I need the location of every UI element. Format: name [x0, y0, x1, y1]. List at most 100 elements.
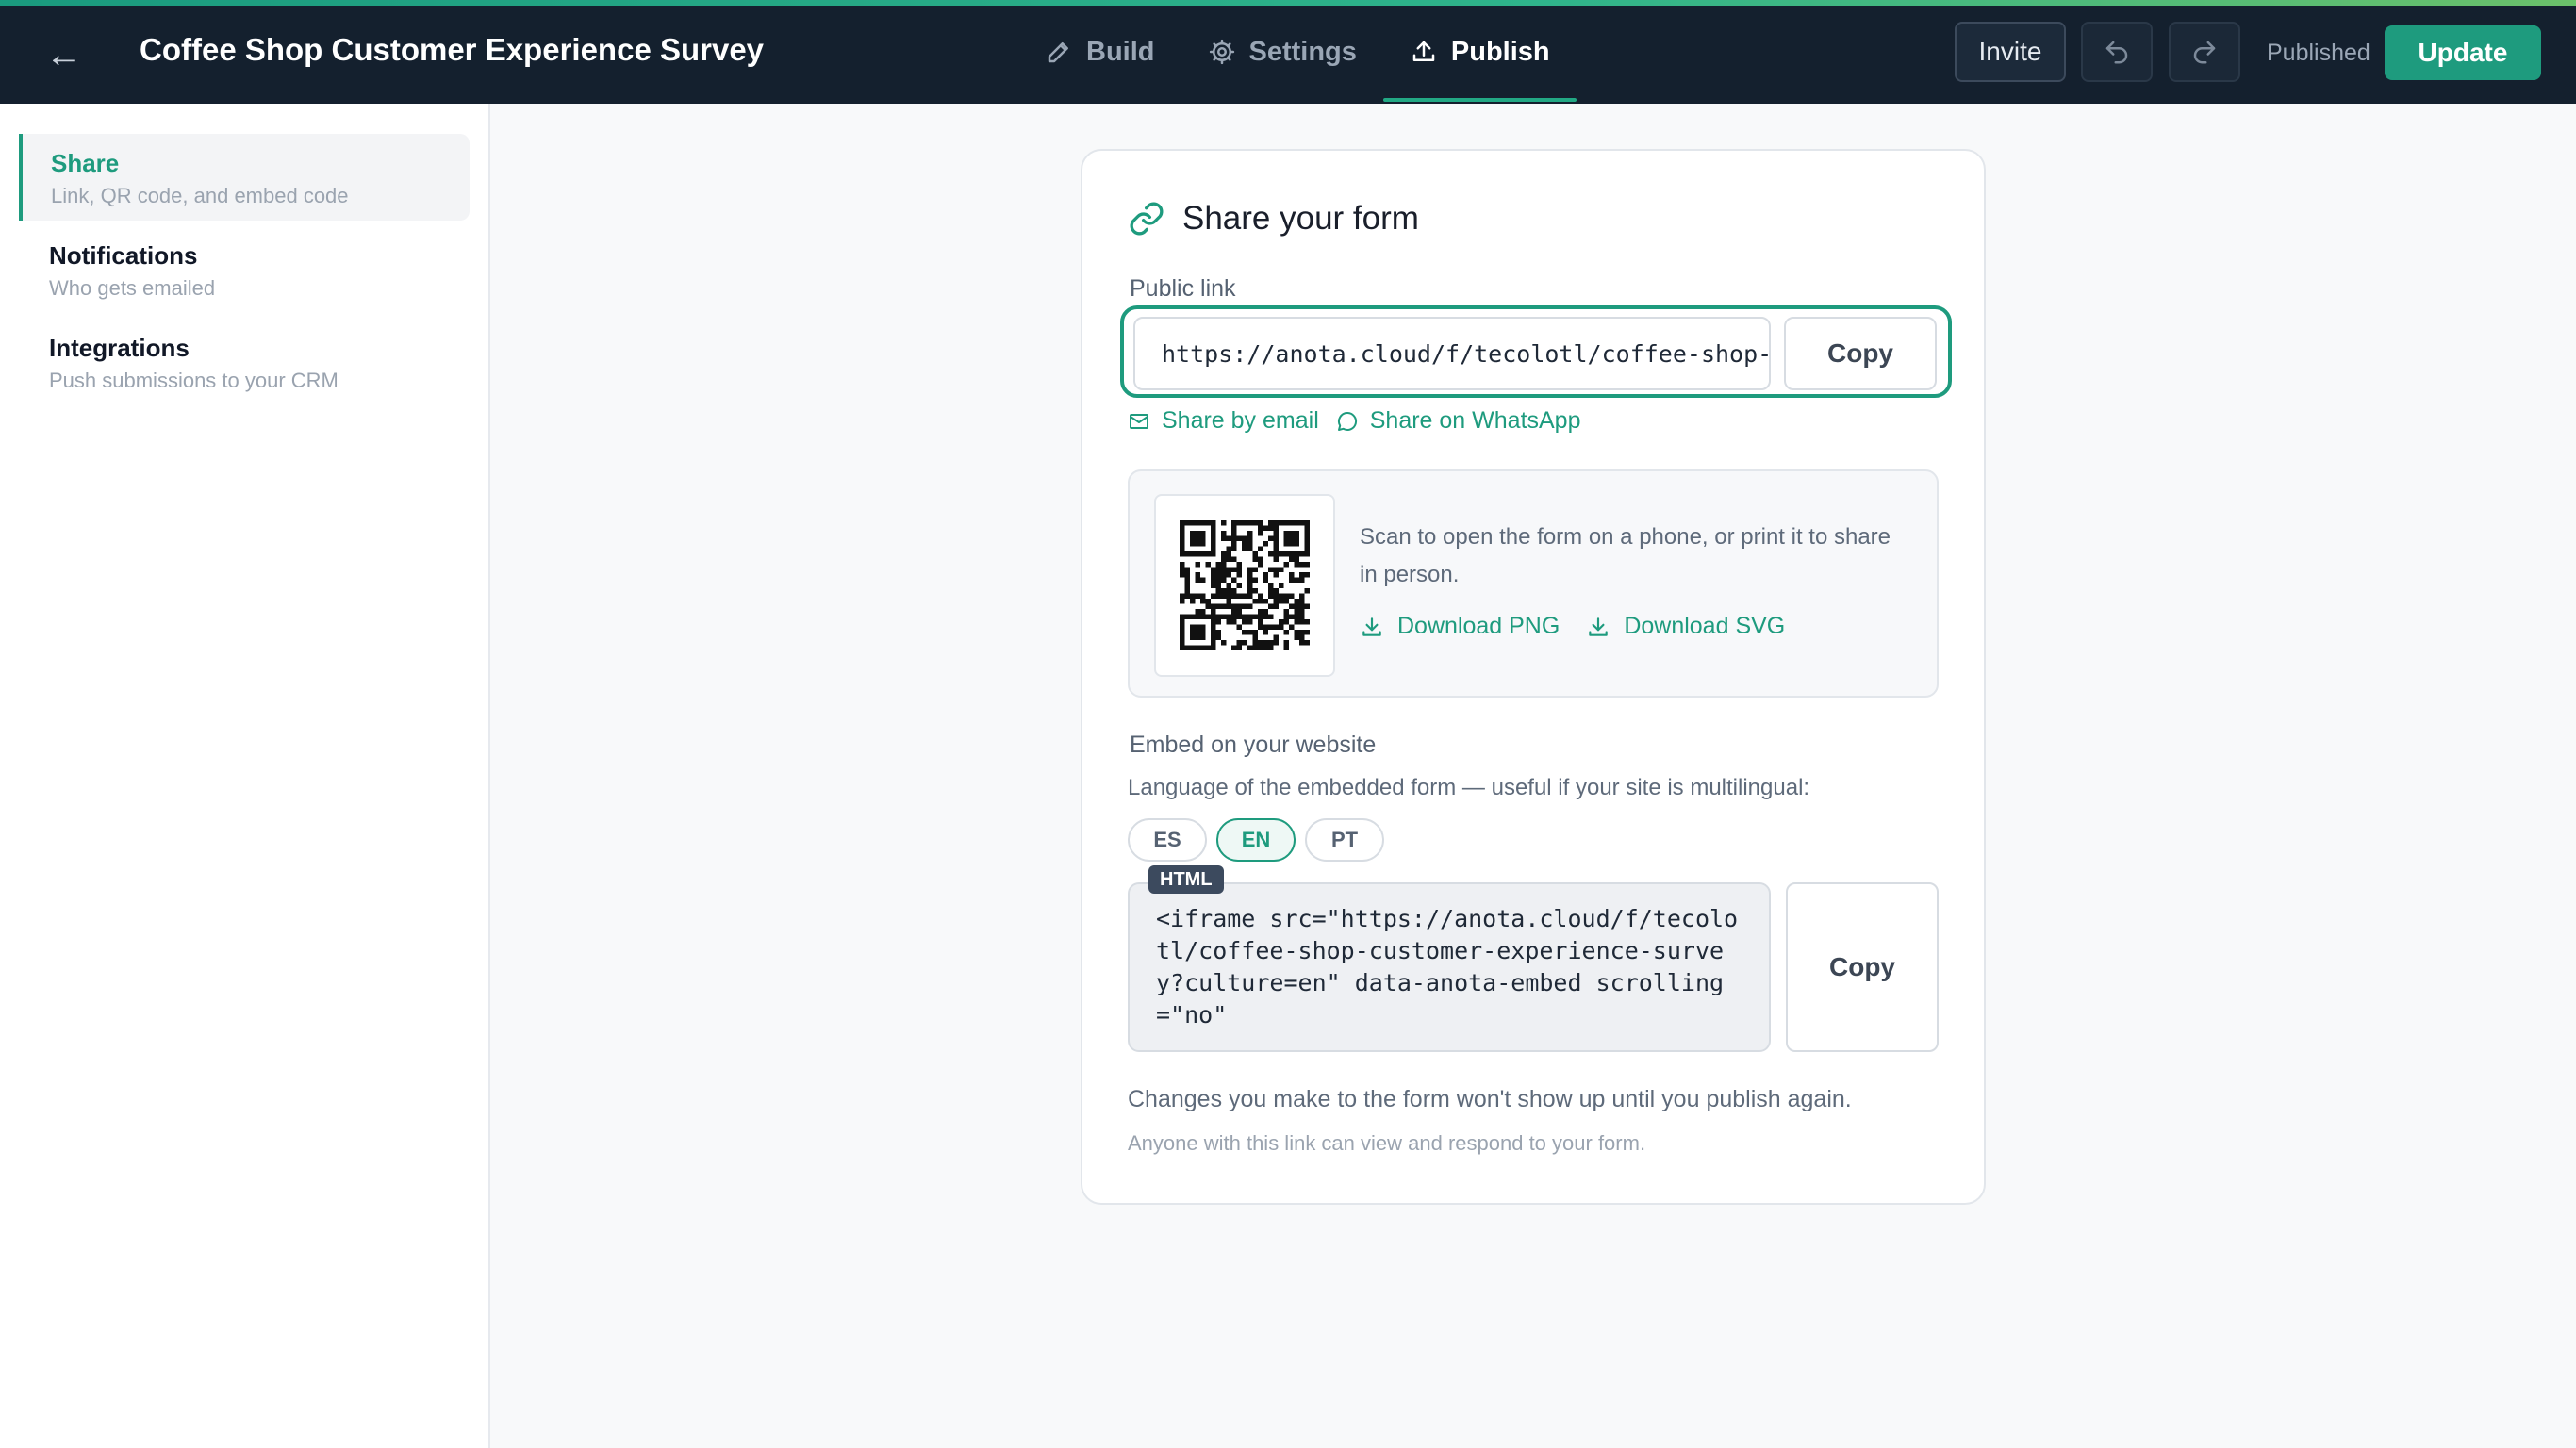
embed-code-box[interactable]: <iframe src="https://anota.cloud/f/tecol…: [1128, 882, 1771, 1052]
qr-module: [1283, 551, 1289, 557]
qr-module: [1195, 562, 1201, 568]
qr-module: [1211, 577, 1216, 584]
update-button[interactable]: Update: [2385, 25, 2541, 80]
qr-module: [1252, 645, 1258, 650]
qr-module: [1273, 603, 1279, 609]
qr-module: [1226, 556, 1232, 563]
undo-button[interactable]: [2081, 22, 2153, 82]
share-links: Share by email Share on WhatsApp: [1128, 407, 1581, 435]
qr-module: [1298, 551, 1305, 557]
qr-module: [1221, 614, 1227, 619]
tab-build[interactable]: Build: [1018, 21, 1181, 83]
qr-module: [1247, 583, 1253, 588]
sidebar-item-notifications[interactable]: Notifications Who gets emailed: [19, 226, 470, 313]
qr-module: [1200, 577, 1206, 584]
qr-module: [1184, 577, 1191, 584]
qr-module: [1180, 520, 1185, 526]
qr-module: [1257, 556, 1263, 563]
redo-button[interactable]: [2169, 22, 2240, 82]
copy-embed-button[interactable]: Copy: [1786, 882, 1939, 1052]
qr-module: [1180, 593, 1185, 599]
qr-module: [1257, 618, 1263, 625]
qr-module: [1273, 525, 1279, 532]
qr-module: [1247, 577, 1253, 584]
download-svg-link[interactable]: Download SVG: [1586, 613, 1785, 640]
language-pill-es[interactable]: ES: [1128, 818, 1207, 862]
qr-module: [1215, 577, 1222, 584]
tab-publish[interactable]: Publish: [1382, 21, 1577, 102]
qr-module: [1211, 525, 1216, 532]
qr-module: [1195, 629, 1201, 635]
qr-module: [1211, 618, 1216, 625]
sidebar-item-share[interactable]: Share Link, QR code, and embed code: [19, 134, 470, 221]
sidebar-item-integrations[interactable]: Integrations Push submissions to your CR…: [19, 319, 470, 405]
qr-module: [1298, 629, 1305, 635]
language-pill-en[interactable]: EN: [1216, 818, 1296, 862]
qr-module: [1215, 567, 1222, 573]
qr-module: [1288, 577, 1295, 584]
upload-icon: [1412, 41, 1435, 61]
qr-module: [1190, 624, 1196, 630]
back-arrow-icon[interactable]: ←: [43, 34, 85, 75]
tab-settings[interactable]: Settings: [1181, 21, 1383, 83]
qr-module: [1288, 572, 1295, 578]
qr-module: [1190, 645, 1196, 650]
qr-module: [1205, 603, 1212, 609]
qr-module: [1215, 593, 1222, 599]
invite-button[interactable]: Invite: [1955, 22, 2066, 82]
qr-module: [1231, 567, 1237, 573]
qr-module: [1273, 567, 1279, 573]
qr-module: [1273, 587, 1279, 594]
qr-module: [1252, 567, 1258, 573]
qr-module: [1298, 618, 1305, 625]
qr-module: [1304, 603, 1310, 609]
qr-module: [1283, 562, 1289, 568]
redo-icon: [2193, 41, 2216, 64]
sidebar: Share Link, QR code, and embed code Noti…: [0, 104, 490, 1448]
share-by-email-label: Share by email: [1162, 407, 1319, 434]
qr-module: [1184, 645, 1191, 650]
qr-module: [1200, 614, 1206, 619]
qr-module: [1263, 645, 1268, 650]
qr-module: [1273, 546, 1279, 552]
qr-module: [1211, 624, 1216, 630]
share-card: Share your form Public link https://anot…: [1081, 149, 1986, 1205]
qr-module: [1257, 608, 1263, 615]
qr-module: [1247, 520, 1253, 526]
top-accent-strip: [0, 0, 2576, 6]
qr-code: [1154, 494, 1335, 677]
qr-module: [1294, 618, 1299, 625]
qr-module: [1184, 583, 1191, 588]
download-png-link[interactable]: Download PNG: [1360, 613, 1560, 640]
qr-module: [1231, 614, 1237, 619]
qr-module: [1180, 618, 1185, 625]
qr-module: [1304, 639, 1310, 646]
qr-module: [1180, 535, 1185, 542]
qr-module: [1288, 614, 1295, 619]
download-svg-label: Download SVG: [1624, 613, 1786, 639]
qr-module: [1242, 639, 1247, 646]
qr-description: Scan to open the form on a phone, or pri…: [1360, 524, 1891, 587]
public-link-input[interactable]: https://anota.cloud/f/tecolotl/coffee-sh…: [1133, 317, 1771, 390]
qr-module: [1294, 598, 1299, 604]
qr-module: [1236, 645, 1243, 650]
sidebar-item-label: Share: [51, 149, 120, 177]
share-on-whatsapp-link[interactable]: Share on WhatsApp: [1336, 407, 1581, 435]
qr-module: [1288, 624, 1295, 630]
qr-module: [1221, 587, 1227, 594]
qr-module: [1257, 562, 1263, 568]
qr-module: [1205, 551, 1212, 557]
qr-module: [1252, 629, 1258, 635]
qr-module: [1221, 593, 1227, 599]
qr-module: [1304, 535, 1310, 542]
qr-module: [1211, 531, 1216, 536]
share-by-email-link[interactable]: Share by email: [1128, 407, 1319, 435]
qr-module: [1273, 535, 1279, 542]
qr-module: [1195, 535, 1201, 542]
qr-module: [1304, 531, 1310, 536]
qr-module: [1267, 639, 1274, 646]
language-pill-pt[interactable]: PT: [1305, 818, 1384, 862]
copy-link-button[interactable]: Copy: [1784, 317, 1937, 390]
qr-module: [1294, 535, 1299, 542]
qr-module: [1211, 583, 1216, 588]
